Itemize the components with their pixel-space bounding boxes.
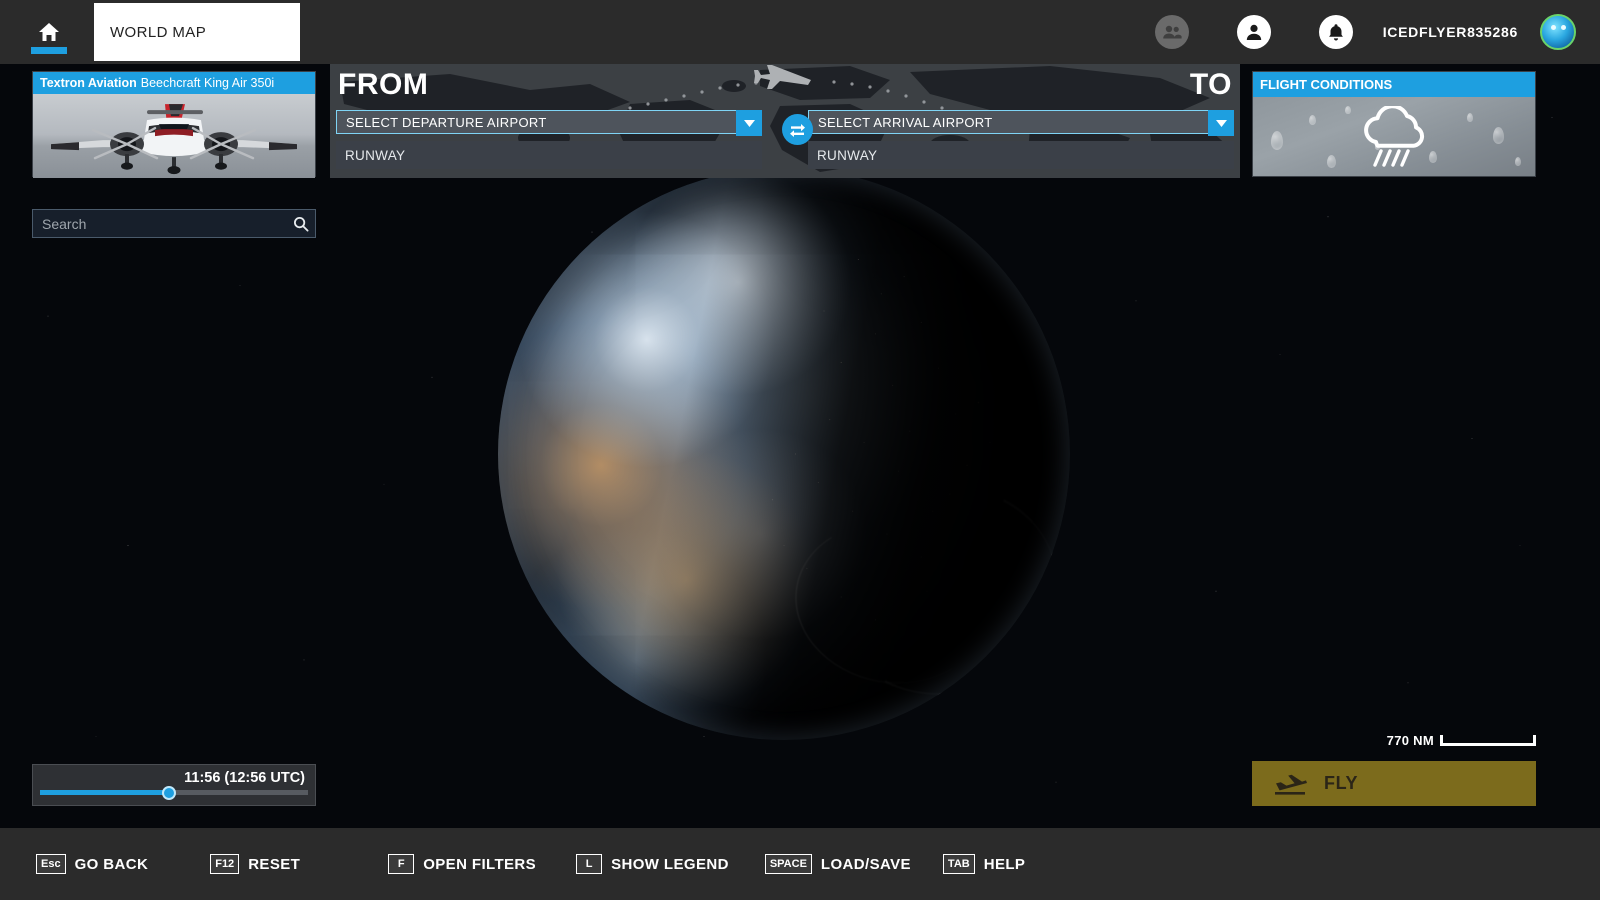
top-navigation-right: ICEDFLYER835286 — [1131, 14, 1600, 50]
time-slider-handle[interactable] — [162, 786, 176, 800]
keybind-action: RESET — [248, 856, 300, 873]
map-scale-indicator: 770 NM — [1387, 733, 1536, 748]
keybind-help[interactable]: TAB HELP — [943, 854, 1025, 874]
arrival-column: SELECT ARRIVAL AIRPORT RUNWAY — [808, 110, 1234, 169]
to-label: TO — [1190, 68, 1232, 102]
tab-world-map[interactable]: WORLD MAP — [94, 3, 300, 61]
departure-runway-field[interactable]: RUNWAY — [336, 141, 762, 169]
keybind-action: OPEN FILTERS — [423, 856, 536, 873]
keybind-key: TAB — [943, 854, 975, 874]
keybind-key: F12 — [210, 854, 239, 874]
flight-conditions-preview — [1253, 97, 1535, 176]
keybind-key: Esc — [36, 854, 66, 874]
keybind-show-legend[interactable]: L SHOW LEGEND — [576, 854, 729, 874]
top-navigation-bar: WORLD MAP — [0, 0, 1600, 64]
profile-icon — [1245, 23, 1263, 41]
king-air-plane-image — [43, 100, 305, 178]
aircraft-card[interactable]: Textron Aviation Beechcraft King Air 350… — [32, 71, 316, 177]
rain-cloud-icon — [1352, 106, 1436, 168]
search-box[interactable] — [32, 209, 316, 238]
fly-button[interactable]: FLY — [1252, 761, 1536, 806]
swap-icon — [789, 122, 806, 137]
keybind-go-back[interactable]: Esc GO BACK — [36, 854, 148, 874]
raindrop — [1271, 131, 1283, 150]
keybind-key: L — [576, 854, 602, 874]
arrival-airport-value: SELECT ARRIVAL AIRPORT — [809, 115, 992, 130]
raindrop — [1493, 127, 1504, 144]
raindrop — [1515, 157, 1521, 166]
keybind-key: F — [388, 854, 414, 874]
takeoff-icon — [1274, 772, 1308, 796]
flight-conditions-title: FLIGHT CONDITIONS — [1253, 72, 1535, 97]
keybind-action: GO BACK — [75, 856, 149, 873]
notifications-button[interactable] — [1295, 15, 1377, 49]
earth-globe[interactable] — [498, 168, 1070, 740]
flight-plan-panel: FROM TO SELECT DEPARTURE AIRPORT RUNWAY … — [330, 64, 1240, 178]
raindrop — [1309, 115, 1316, 125]
aircraft-model: Beechcraft King Air 350i — [141, 76, 274, 90]
time-display: 11:56 (12:56 UTC) — [184, 770, 305, 786]
departure-airport-select[interactable]: SELECT DEPARTURE AIRPORT — [336, 110, 762, 134]
chevron-down-icon[interactable] — [736, 110, 762, 136]
aircraft-thumbnail — [33, 94, 315, 178]
keybind-key: SPACE — [765, 854, 812, 874]
keybind-open-filters[interactable]: F OPEN FILTERS — [388, 854, 536, 874]
time-slider-track[interactable] — [40, 790, 308, 795]
active-tab-indicator — [31, 47, 67, 54]
departure-airport-value: SELECT DEPARTURE AIRPORT — [337, 115, 547, 130]
arrival-runway-value: RUNWAY — [808, 148, 877, 163]
avatar[interactable] — [1540, 14, 1576, 50]
arrival-runway-field[interactable]: RUNWAY — [808, 141, 1234, 169]
time-of-day-slider[interactable]: 11:56 (12:56 UTC) — [32, 764, 316, 806]
aircraft-title-bar: Textron Aviation Beechcraft King Air 350… — [33, 72, 315, 94]
world-map-screen: WORLD MAP — [0, 0, 1600, 900]
home-button[interactable] — [22, 0, 76, 64]
keybind-action: SHOW LEGEND — [611, 856, 729, 873]
profile-button[interactable] — [1213, 15, 1295, 49]
keybind-action: LOAD/SAVE — [821, 856, 911, 873]
raindrop — [1327, 155, 1336, 168]
from-label: FROM — [338, 68, 428, 102]
keybind-action: HELP — [984, 856, 1026, 873]
time-slider-fill — [40, 790, 169, 795]
arrival-airport-select[interactable]: SELECT ARRIVAL AIRPORT — [808, 110, 1234, 134]
search-icon[interactable] — [287, 216, 315, 232]
username-label: ICEDFLYER835286 — [1383, 24, 1518, 40]
map-scale-label: 770 NM — [1387, 733, 1434, 748]
departure-column: SELECT DEPARTURE AIRPORT RUNWAY — [336, 110, 762, 169]
globe-limb-highlight — [498, 168, 1070, 740]
tab-world-map-label: WORLD MAP — [110, 24, 206, 41]
aircraft-manufacturer: Textron Aviation — [40, 76, 137, 90]
raindrop — [1345, 106, 1351, 114]
departure-runway-value: RUNWAY — [336, 148, 405, 163]
map-scale-bar — [1440, 735, 1536, 746]
bell-icon — [1327, 23, 1345, 42]
friends-button[interactable] — [1131, 15, 1213, 49]
raindrop — [1467, 113, 1473, 122]
keybind-bar: Esc GO BACK F12 RESET F OPEN FILTERS L S… — [0, 828, 1600, 900]
fly-button-label: FLY — [1324, 773, 1358, 794]
chevron-down-icon[interactable] — [1208, 110, 1234, 136]
friends-icon — [1162, 24, 1182, 40]
flight-conditions-panel[interactable]: FLIGHT CONDITIONS — [1252, 71, 1536, 177]
keybind-reset[interactable]: F12 RESET — [210, 854, 300, 874]
keybind-load-save[interactable]: SPACE LOAD/SAVE — [765, 854, 911, 874]
search-input[interactable] — [33, 216, 287, 232]
home-icon — [38, 22, 60, 42]
swap-airports-button[interactable] — [782, 114, 813, 145]
